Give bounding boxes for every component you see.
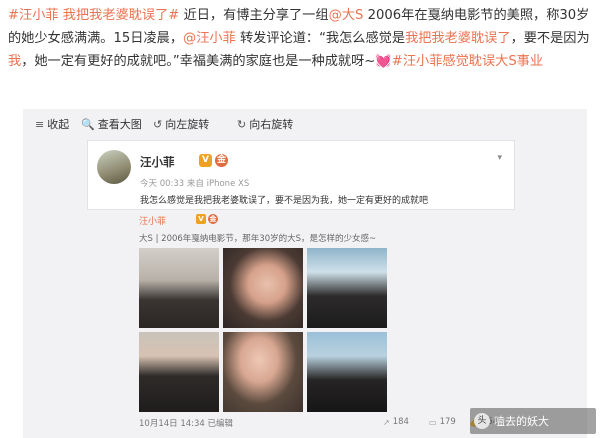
collapse-icon: ≡	[35, 117, 45, 131]
post-meta: 今天 00:33 来自 iPhone XS	[140, 179, 250, 189]
view-large-label: 查看大图	[97, 118, 142, 131]
rotate-right-icon: ↻	[237, 117, 247, 131]
rotate-right-button[interactable]: ↻ 向右旋转	[237, 116, 293, 132]
watermark-logo-icon: 头	[474, 413, 490, 429]
collapse-label: 收起	[47, 118, 70, 131]
mention-link[interactable]: @汪小菲	[183, 31, 236, 46]
keyword-highlight[interactable]: 我把我老婆耽误了	[405, 31, 511, 46]
share-button[interactable]: ↗ 184	[383, 417, 409, 427]
photo-thumbnail[interactable]	[223, 332, 303, 412]
photo-thumbnail[interactable]	[307, 248, 387, 328]
rotate-right-label: 向右旋转	[249, 118, 294, 131]
post-segment: ，要不是因为	[510, 31, 590, 46]
comment-count: 179	[439, 417, 456, 427]
watermark: 头 嗑去的妖大	[470, 408, 596, 434]
repost-author[interactable]: 汪小菲	[139, 214, 166, 227]
author-name[interactable]: 汪小菲	[140, 154, 175, 170]
post-segment: 近日，有博主分享了一组	[183, 8, 329, 23]
comment-icon: ▭	[429, 417, 437, 427]
share-icon: ↗	[383, 417, 390, 427]
post-segment: 转发评论道：“我怎么感觉是	[235, 31, 406, 46]
hashtag-link[interactable]: #汪小菲 我把我老婆耽误了#	[8, 8, 179, 23]
share-count: 184	[392, 417, 409, 427]
chevron-down-icon[interactable]: ▾	[497, 153, 502, 163]
comment-button[interactable]: ▭ 179	[429, 417, 456, 427]
verified-badge-icon: V	[196, 214, 206, 224]
magnifier-icon: 🔍	[81, 117, 95, 131]
hashtag-link[interactable]: #汪小菲感觉耽误大S事业	[392, 54, 543, 69]
post-text: #汪小菲 我把我老婆耽误了# 近日，有博主分享了一组@大S 2006年在戛纳电影…	[8, 4, 594, 73]
photo-thumbnail[interactable]	[139, 332, 219, 412]
vip-badge-icon: 金	[208, 214, 218, 224]
collapse-button[interactable]: ≡ 收起	[35, 116, 69, 132]
post-date: 10月14日 14:34 已编辑	[139, 419, 234, 429]
photo-thumbnail[interactable]	[307, 332, 387, 412]
mention-link[interactable]: @大S	[329, 8, 364, 23]
photo-thumbnail[interactable]	[139, 248, 219, 328]
rotate-left-icon: ↺	[153, 117, 163, 131]
view-large-button[interactable]: 🔍 查看大图	[81, 116, 142, 132]
image-toolbar: ≡ 收起 🔍 查看大图 ↺ 向左旋转 ↻ 向右旋转	[23, 109, 587, 137]
post-segment: ，她一定有更好的成就吧。”幸福美满的家庭也是一种成就呀~	[21, 54, 376, 69]
avatar[interactable]	[97, 150, 131, 184]
verified-badge-icon: V	[199, 154, 212, 167]
rotate-left-button[interactable]: ↺ 向左旋转	[153, 116, 209, 132]
repost-caption: 大S | 2006年戛纳电影节，那年30岁的大S，是怎样的少女感~	[139, 234, 377, 244]
rotate-left-label: 向左旋转	[165, 118, 210, 131]
photo-thumbnail[interactable]	[223, 248, 303, 328]
watermark-text: 嗑去的妖大	[494, 415, 549, 428]
quoted-post-body: 我怎么感觉是我把我老婆耽误了，要不是因为我，她一定有更好的成就吧	[140, 196, 429, 206]
heart-emoji-icon: 💓	[375, 54, 392, 69]
keyword-highlight[interactable]: 我	[8, 54, 21, 69]
vip-badge-icon: 金	[215, 154, 228, 167]
quoted-post-card: 汪小菲 V 金 今天 00:33 来自 iPhone XS ▾ 我怎么感觉是我把…	[87, 140, 515, 210]
